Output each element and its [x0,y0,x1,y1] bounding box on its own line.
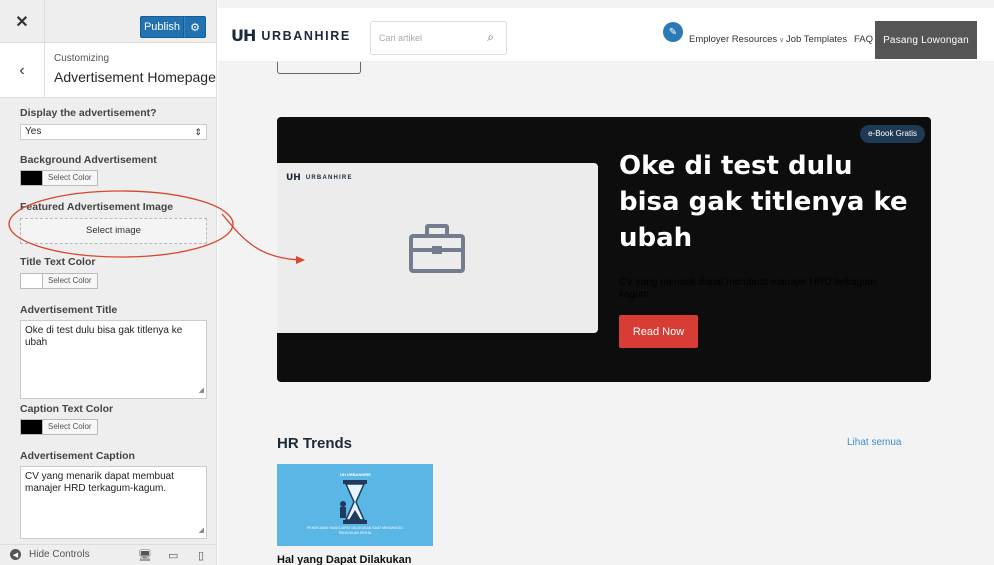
select-color-button[interactable]: Select Color [42,419,98,435]
site-logo[interactable]: UH URBANHIRE [231,26,351,45]
customizer-header: ✕ Publish ⚙ [0,0,216,43]
resize-grip-icon[interactable]: ◢ [199,385,204,397]
customizer-sidebar: ✕ Publish ⚙ ‹ Customizing Advertisement … [0,0,217,565]
title-color-picker[interactable]: Select Color [20,273,98,289]
search-placeholder: Cari artikel [379,33,423,43]
thumbnail-logo: UH URBANHIRE [340,472,371,477]
site-preview: UH URBANHIRE Cari artikel ⌕ ✎ Employer R… [218,0,994,565]
see-all-link[interactable]: Lihat semua [847,437,901,448]
color-swatch[interactable] [20,170,42,186]
nav-employer-resources[interactable]: Employer Resources ∨ [689,34,784,45]
thumbnail-text: PEKERJAAN YANG DAPAT DILAKUKAN SAAT MENU… [307,526,403,535]
card-logo-text: URBANHIRE [305,175,353,181]
select-image-button[interactable]: Select image [20,218,207,244]
display-ad-label: Display the advertisement? [20,107,157,119]
display-ad-value: Yes [25,126,42,137]
background-color-picker[interactable]: Select Color [20,170,98,186]
section-title: Advertisement Homepage [54,69,216,85]
briefcase-icon [409,224,465,273]
caption-color-label: Caption Text Color [20,403,114,415]
customizer-footer: ◀ Hide Controls 🖥 ▭ ▯ [0,544,216,565]
select-color-button[interactable]: Select Color [42,170,98,186]
publish-button[interactable]: Publish [140,16,184,38]
title-color-label: Title Text Color [20,256,96,268]
tablet-preview-icon[interactable]: ▭ [168,549,178,562]
ad-featured-image: UH URBANHIRE [277,163,598,333]
card-logo: UH URBANHIRE [286,173,353,183]
hourglass-icon [340,480,367,524]
ad-caption-label: Advertisement Caption [20,450,135,462]
ad-title-label: Advertisement Title [20,304,118,316]
close-icon[interactable]: ✕ [0,0,45,43]
read-now-button[interactable]: Read Now [619,315,698,348]
ad-title: Oke di test dulu bisa gak titlenya ke ub… [619,151,908,253]
resize-grip-icon[interactable]: ◢ [199,525,204,537]
ad-caption-textarea[interactable]: CV yang menarik dapat membuat manajer HR… [20,466,207,539]
back-chevron-icon[interactable]: ‹ [0,43,45,98]
partial-outline-button[interactable] [277,62,361,74]
mobile-preview-icon[interactable]: ▯ [198,549,204,562]
logo-text: URBANHIRE [261,28,351,43]
chevron-down-icon: ∨ [777,37,785,44]
article-thumbnail[interactable]: UH URBANHIRE PEKERJAAN YANG DAPAT DILAKU… [277,464,433,546]
ad-title-value: Oke di test dulu bisa gak titlenya ke ub… [25,325,183,348]
color-swatch[interactable] [20,419,42,435]
breadcrumb: Customizing [54,53,110,64]
color-swatch[interactable] [20,273,42,289]
logo-mark: UH [231,26,256,45]
card-logo-mark: UH [286,173,301,183]
nav-job-templates[interactable]: Job Templates [786,34,847,45]
hide-controls-label: Hide Controls [29,549,90,560]
edit-pencil-icon[interactable]: ✎ [663,22,683,42]
display-ad-select[interactable]: Yes ⇕ [20,124,207,140]
ad-caption-value: CV yang menarik dapat membuat manajer HR… [25,471,174,494]
section-header: ‹ Customizing Advertisement Homepage [0,43,216,98]
gear-icon[interactable]: ⚙ [184,16,206,38]
search-icon[interactable]: ⌕ [487,30,494,45]
select-arrows-icon: ⇕ [194,127,202,137]
ad-title-textarea[interactable]: Oke di test dulu bisa gak titlenya ke ub… [20,320,207,399]
select-color-button[interactable]: Select Color [42,273,98,289]
article-title[interactable]: Hal yang Dapat Dilakukan [277,554,412,565]
post-job-button[interactable]: Pasang Lowongan [875,21,977,59]
featured-image-label: Featured Advertisement Image [20,201,174,213]
hr-trends-heading: HR Trends [277,435,353,452]
advertisement-banner: e-Book Gratis UH URBANHIRE Oke di test d… [277,117,931,382]
nav-faq[interactable]: FAQ [854,34,873,45]
hide-controls-button[interactable]: ◀ Hide Controls [10,549,90,560]
site-header: UH URBANHIRE Cari artikel ⌕ ✎ Employer R… [218,8,994,62]
ebook-badge: e-Book Gratis [860,125,925,143]
search-input[interactable]: Cari artikel ⌕ [370,21,507,55]
desktop-preview-icon[interactable]: 🖥 [138,549,152,562]
caption-color-picker[interactable]: Select Color [20,419,98,435]
collapse-icon: ◀ [10,549,21,560]
background-ad-label: Background Advertisement [20,154,157,166]
nav-employer-resources-label: Employer Resources [689,34,778,45]
ad-caption: CV yang menarik dapat membuat manajer HR… [619,277,880,300]
